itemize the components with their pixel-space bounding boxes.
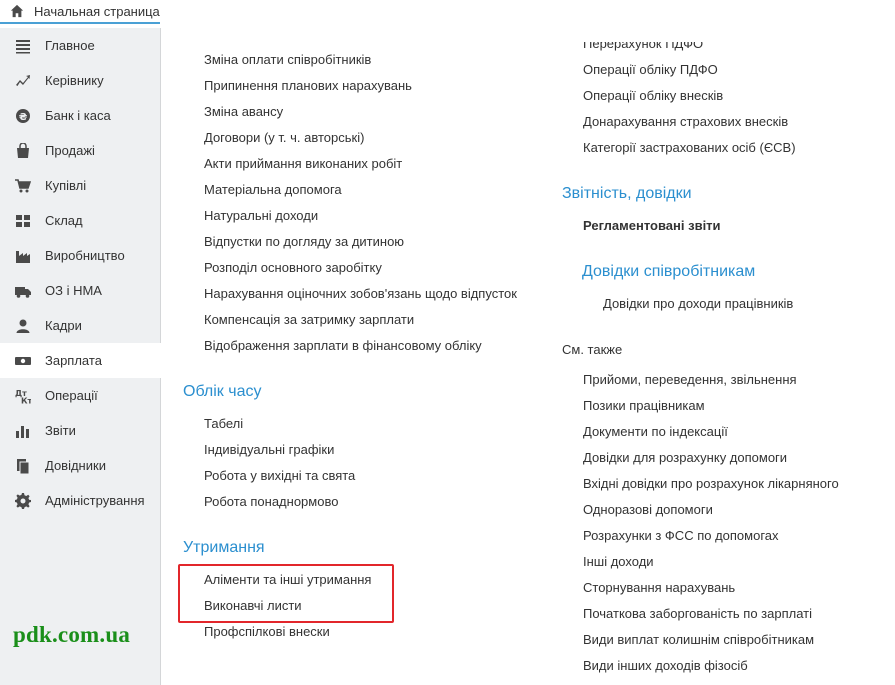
sidebar-item-main[interactable]: Главное	[0, 28, 160, 63]
bar-chart-icon	[15, 423, 31, 439]
link-in-kind-income[interactable]: Натуральні доходи	[204, 208, 318, 223]
link-other-income[interactable]: Інші доходи	[583, 554, 654, 569]
link-timesheets[interactable]: Табелі	[204, 416, 243, 431]
sidebar-item-label: Кадри	[45, 318, 82, 333]
link-stop-planned-accruals[interactable]: Припинення планових нарахувань	[204, 78, 412, 93]
see-also-title: См. также	[562, 342, 623, 357]
link-hiring-transfers[interactable]: Прийоми, переведення, звільнення	[583, 372, 797, 387]
tab-home-label: Начальная страница	[34, 3, 160, 19]
sidebar-item-salary[interactable]: Зарплата	[0, 343, 161, 378]
link-income-certificates[interactable]: Довідки про доходи працівників	[603, 296, 793, 311]
link-individual-schedules[interactable]: Індивідуальні графіки	[204, 442, 334, 457]
sidebar-item-label: Операції	[45, 388, 98, 403]
watermark: pdk.com.ua	[13, 622, 131, 647]
link-overtime[interactable]: Робота понаднормово	[204, 494, 338, 509]
link-incoming-sick-certs[interactable]: Вхідні довідки про розрахунок лікарняног…	[583, 476, 839, 491]
link-benefit-calc-certs[interactable]: Довідки для розрахунку допомоги	[583, 450, 787, 465]
debit-credit-icon: Дт Кт	[15, 388, 31, 404]
sidebar-item-production[interactable]: Виробництво	[0, 238, 160, 273]
money-icon	[15, 353, 31, 369]
sidebar-item-label: Керівнику	[45, 73, 104, 88]
link-contracts[interactable]: Договори (у т. ч. авторські)	[204, 130, 364, 145]
link-one-time-benefits[interactable]: Одноразові допомоги	[583, 502, 713, 517]
cart-icon	[15, 178, 31, 194]
link-fss-settlements[interactable]: Розрахунки з ФСС по допомогах	[583, 528, 779, 543]
trend-chart-icon	[15, 73, 31, 89]
home-icon	[10, 4, 24, 18]
svg-text:₴: ₴	[19, 112, 28, 123]
sidebar-item-operations[interactable]: Дт Кт Операції	[0, 378, 160, 413]
link-contributions-operations[interactable]: Операції обліку внесків	[583, 88, 723, 103]
sidebar-item-bank[interactable]: ₴ Банк і каса	[0, 98, 160, 133]
sidebar-item-warehouse[interactable]: Склад	[0, 203, 160, 238]
link-employee-loans[interactable]: Позики працівникам	[583, 398, 705, 413]
link-reversal-accruals[interactable]: Сторнування нарахувань	[583, 580, 735, 595]
link-acceptance-acts[interactable]: Акти приймання виконаних робіт	[204, 156, 402, 171]
link-salary-accounting-reflection[interactable]: Відображення зарплати в фінансовому облі…	[204, 338, 482, 353]
sidebar-item-purchases[interactable]: Купівлі	[0, 168, 160, 203]
shopping-bag-icon	[15, 142, 31, 159]
section-title-employee-refs: Довідки співробітникам	[582, 263, 756, 280]
truck-icon	[15, 283, 31, 299]
sidebar-item-label: Зарплата	[45, 353, 102, 368]
sidebar-item-label: Банк і каса	[45, 108, 111, 123]
link-initial-salary-debt[interactable]: Початкова заборгованість по зарплаті	[583, 606, 812, 621]
link-vacation-liabilities[interactable]: Нарахування оціночних зобов'язань щодо в…	[204, 286, 517, 301]
sidebar-item-hr[interactable]: Кадри	[0, 308, 160, 343]
sidebar-item-reports[interactable]: Звіти	[0, 413, 160, 448]
sidebar-item-sales[interactable]: Продажі	[0, 133, 160, 168]
sidebar-item-label: Продажі	[45, 143, 95, 158]
sidebar-item-label: Виробництво	[45, 248, 125, 263]
gear-icon	[15, 492, 31, 509]
coin-icon: ₴	[15, 108, 31, 124]
link-late-pay-compensation[interactable]: Компенсація за затримку зарплати	[204, 312, 414, 327]
sidebar-item-label: Звіти	[45, 423, 76, 438]
menu-lines-icon	[15, 38, 31, 54]
link-other-income-types[interactable]: Види інших доходів фізосіб	[583, 658, 748, 673]
link-pdfo-operations[interactable]: Операції обліку ПДФО	[583, 62, 718, 77]
link-advance-change[interactable]: Зміна авансу	[204, 104, 283, 119]
link-weekend-work[interactable]: Робота у вихідні та свята	[204, 468, 355, 483]
link-material-aid[interactable]: Матеріальна допомога	[204, 182, 342, 197]
link-pay-change[interactable]: Зміна оплати співробітників	[204, 52, 371, 67]
section-title-deductions: Утримання	[183, 539, 265, 556]
section-title-reports: Звітність, довідки	[562, 185, 692, 202]
sidebar-item-label: Купівлі	[45, 178, 87, 193]
sidebar-item-label: Склад	[45, 213, 83, 228]
sidebar-item-manager[interactable]: Керівнику	[0, 63, 160, 98]
sidebar: Главное Керівнику ₴ Банк і каса Продажі …	[0, 28, 161, 685]
tab-home[interactable]: Начальная страница	[0, 0, 160, 24]
sidebar-item-label: Довідники	[45, 458, 106, 473]
link-base-salary-distribution[interactable]: Розподіл основного заробітку	[204, 260, 382, 275]
books-icon	[15, 458, 31, 474]
link-insured-categories[interactable]: Категорії застрахованих осіб (ЄСВ)	[583, 140, 796, 155]
link-regulated-reports[interactable]: Регламентовані звіти	[583, 218, 721, 233]
warehouse-grid-icon	[15, 213, 31, 229]
link-insurance-additional[interactable]: Донарахування страхових внесків	[583, 114, 788, 129]
factory-icon	[15, 248, 31, 264]
sidebar-item-label: ОЗ і НМА	[45, 283, 102, 298]
link-union-dues[interactable]: Профспілкові внески	[204, 624, 330, 639]
sidebar-item-directories[interactable]: Довідники	[0, 448, 160, 483]
section-title-time: Облік часу	[183, 383, 262, 400]
sidebar-item-fixed-assets[interactable]: ОЗ і НМА	[0, 273, 160, 308]
sidebar-item-label: Адміністрування	[45, 493, 145, 508]
sidebar-item-label: Главное	[45, 38, 95, 53]
person-icon	[15, 318, 31, 334]
sidebar-item-admin[interactable]: Адміністрування	[0, 483, 160, 518]
svg-text:Кт: Кт	[21, 396, 31, 404]
link-former-employee-payments[interactable]: Види виплат колишнім співробітникам	[583, 632, 814, 647]
highlight-box	[178, 564, 394, 623]
link-indexation-docs[interactable]: Документи по індексації	[583, 424, 728, 439]
link-childcare-leave[interactable]: Відпустки по догляду за дитиною	[204, 234, 404, 249]
link-pdfo-recalc[interactable]: Перерахунок ПДФО	[583, 42, 703, 51]
